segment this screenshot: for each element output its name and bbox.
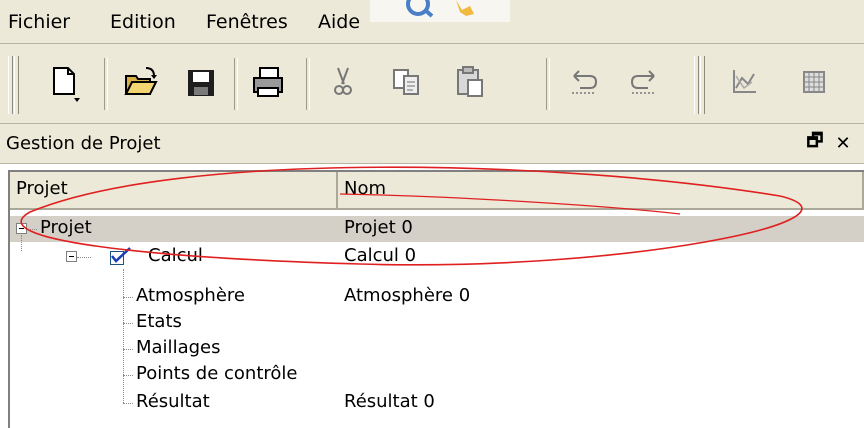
chart-icon (733, 70, 756, 93)
close-icon[interactable]: ✕ (832, 132, 854, 154)
menu-fichier[interactable]: Fichier (8, 10, 70, 34)
print-button[interactable] (246, 60, 290, 104)
checkbox-calcul[interactable] (110, 247, 131, 265)
column-header-projet[interactable]: Projet (10, 172, 338, 210)
open-folder-icon (124, 67, 158, 95)
tree-name: Calcul 0 (344, 245, 417, 266)
tree-label: Points de contrôle (136, 363, 298, 384)
undo-button[interactable] (562, 60, 606, 104)
toolbar-grip[interactable] (700, 56, 705, 114)
panel-header: Gestion de Projet 🗗 ✕ (0, 124, 864, 164)
save-button[interactable] (178, 60, 222, 104)
redo-icon (630, 70, 656, 94)
menu-fenetres[interactable]: Fenêtres (206, 10, 288, 34)
tree-label: Projet (40, 217, 92, 238)
paste-icon (457, 66, 483, 97)
float-window-icon[interactable]: 🗗 (804, 130, 826, 154)
copy-icon (393, 69, 419, 95)
toolbar (0, 44, 864, 124)
tree-name: Atmosphère 0 (344, 285, 471, 306)
cut-button[interactable] (320, 60, 364, 104)
paste-button[interactable] (448, 60, 492, 104)
toolbar-separator (234, 58, 238, 110)
new-document-icon (53, 67, 80, 102)
tree-label: Calcul (148, 245, 203, 266)
column-headers: Projet Nom (10, 172, 864, 210)
open-button[interactable] (118, 60, 162, 104)
tree-label: Etats (136, 311, 182, 332)
tree-row-maillages[interactable]: Maillages (10, 336, 864, 362)
cut-icon (334, 67, 352, 95)
undo-icon (572, 70, 598, 94)
panel-title: Gestion de Projet (6, 133, 161, 154)
redo-button[interactable] (622, 60, 666, 104)
toolbar-separator (546, 58, 550, 110)
project-tree[interactable]: Projet Nom Projet Projet 0 Calcul Calcul… (8, 170, 864, 428)
toolbar-separator (104, 58, 108, 110)
toolbar-grip[interactable] (14, 56, 19, 114)
copy-button[interactable] (384, 60, 428, 104)
toolbar-grip[interactable] (8, 56, 13, 114)
tree-row-atmosphere[interactable]: Atmosphère Atmosphère 0 (10, 284, 864, 310)
tree-label: Résultat (136, 391, 210, 412)
tree-label: Atmosphère (136, 285, 245, 306)
tree-row-points-de-controle[interactable]: Points de contrôle (10, 362, 864, 388)
menu-aide[interactable]: Aide (318, 10, 360, 34)
grid-button[interactable] (792, 60, 836, 104)
collapse-icon[interactable] (66, 251, 77, 262)
menu-bar: Fichier Edition Fenêtres Aide (0, 0, 864, 44)
checkmark-icon (111, 247, 131, 263)
column-header-nom[interactable]: Nom (338, 172, 864, 210)
tree-label: Maillages (136, 337, 221, 358)
menu-edition[interactable]: Edition (110, 10, 176, 34)
logo-fragment-icon (370, 0, 510, 22)
tree-name: Projet 0 (344, 217, 413, 238)
tree-row-calcul[interactable]: Calcul Calcul 0 (10, 244, 864, 270)
toolbar-grip[interactable] (694, 56, 699, 114)
tree-row-projet[interactable]: Projet Projet 0 (10, 216, 864, 242)
collapse-icon[interactable] (16, 223, 27, 234)
print-icon (253, 67, 283, 97)
grid-icon (803, 71, 825, 93)
tree-row-resultat[interactable]: Résultat Résultat 0 (10, 390, 864, 416)
toolbar-separator (306, 58, 310, 110)
save-icon (188, 70, 214, 96)
chart-button[interactable] (722, 60, 766, 104)
new-document-button[interactable] (42, 60, 86, 104)
tree-row-etats[interactable]: Etats (10, 310, 864, 336)
tree-name: Résultat 0 (344, 391, 435, 412)
